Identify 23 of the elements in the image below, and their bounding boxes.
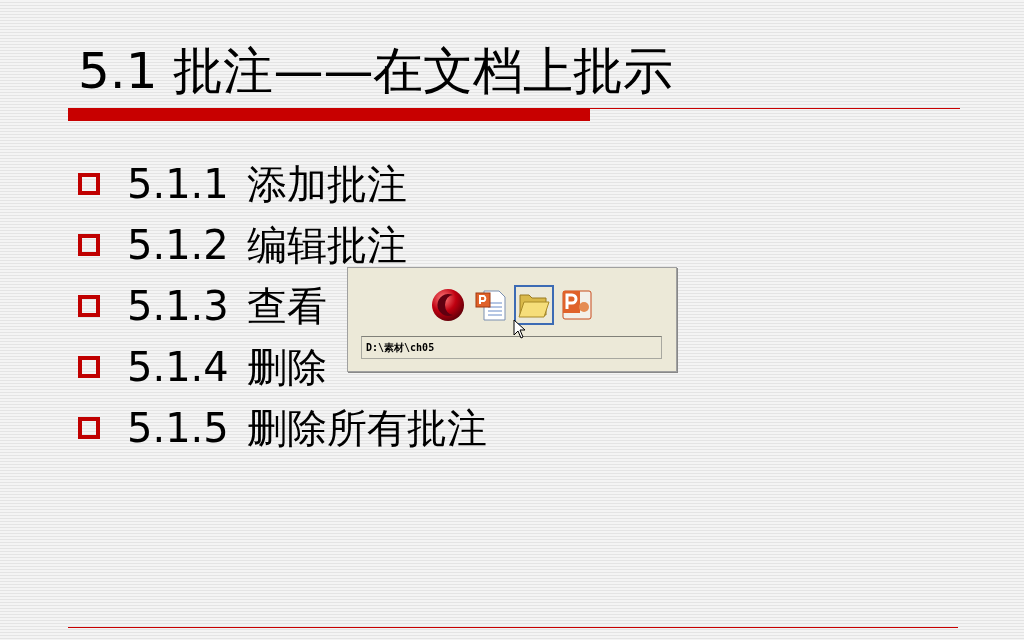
section-number: 5.1.1 [127, 161, 230, 207]
orb-icon [431, 288, 465, 322]
bullet-icon [78, 173, 100, 195]
section-title: 编辑批注 [247, 220, 407, 270]
section-title: 添加批注 [247, 159, 407, 209]
bullet-icon [78, 417, 100, 439]
folder-icon [518, 291, 550, 319]
window-path: D:\素材\ch05 [361, 336, 662, 359]
section-number: 5.1.4 [127, 344, 230, 390]
bullet-icon [78, 234, 100, 256]
section-title: 删除 [247, 342, 327, 392]
bullet-icon [78, 295, 100, 317]
slide-title: 5.1 批注——在文档上批示 [78, 41, 675, 102]
section-number: 5.1.2 [127, 222, 230, 268]
section-title: 查看 [247, 281, 327, 331]
bullet-icon [78, 356, 100, 378]
document-icon [475, 289, 507, 321]
presentation-icon [561, 289, 593, 321]
section-title: 删除所有批注 [247, 403, 487, 453]
app-tile[interactable] [514, 285, 554, 325]
section-number: 5.1.3 [127, 283, 230, 329]
mouse-pointer-icon [513, 319, 526, 339]
section-number: 5.1.5 [127, 405, 230, 451]
